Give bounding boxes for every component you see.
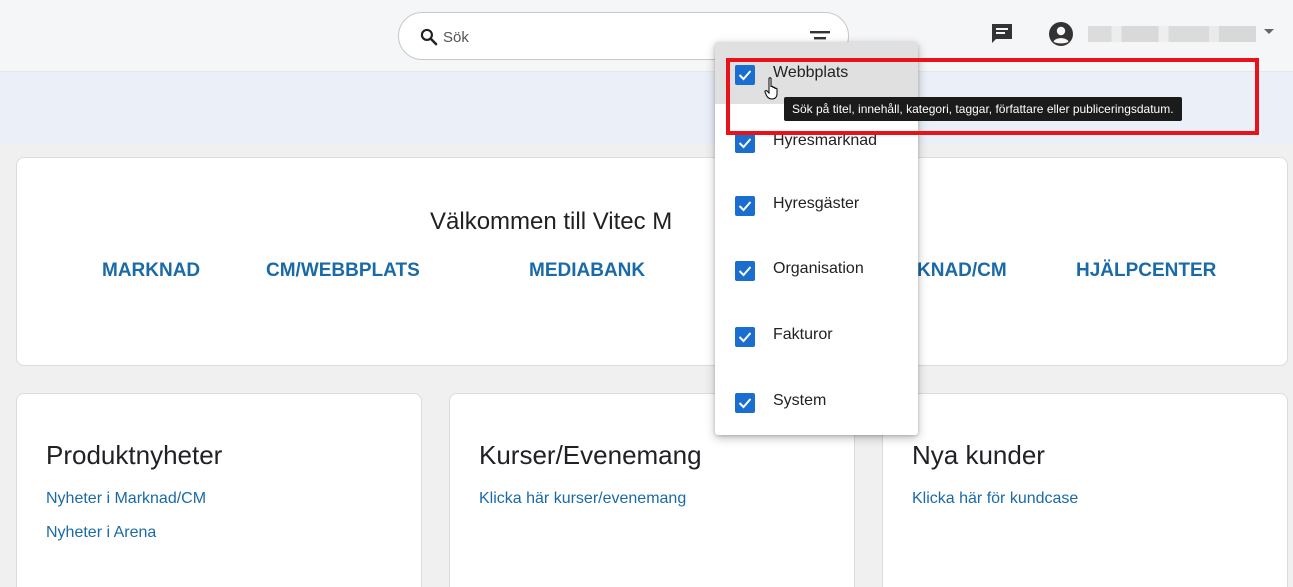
filter-option-label: Organisation xyxy=(773,260,864,277)
card-link[interactable]: Klicka här för kundcase xyxy=(912,490,1078,508)
filter-option-organisation[interactable]: Organisation xyxy=(715,238,918,300)
filter-option-label: Fakturor xyxy=(773,326,833,343)
filter-option-hyresgaster[interactable]: Hyresgäster xyxy=(715,173,918,235)
welcome-card: Välkommen till Vitec M MARKNAD CM/WEBBPL… xyxy=(16,157,1288,366)
nav-link-marknad[interactable]: MARKNAD xyxy=(102,260,200,282)
checkbox-checked-icon[interactable] xyxy=(735,327,755,347)
username-redacted[interactable] xyxy=(1088,26,1256,42)
card-link[interactable]: Klicka här kurser/evenemang xyxy=(479,490,686,508)
card-title: Produktnyheter xyxy=(46,440,223,470)
card-link[interactable]: Nyheter i Marknad/CM xyxy=(46,490,206,508)
search-icon[interactable] xyxy=(419,27,439,47)
filter-option-system[interactable]: System xyxy=(715,370,918,432)
card-nya-kunder: Nya kunder Klicka här för kundcase xyxy=(882,393,1288,587)
chevron-down-icon[interactable] xyxy=(1264,29,1274,34)
checkbox-checked-icon[interactable] xyxy=(735,196,755,216)
checkbox-checked-icon[interactable] xyxy=(735,393,755,413)
card-title: Nya kunder xyxy=(912,440,1045,470)
card-title: Kurser/Evenemang xyxy=(479,440,702,470)
welcome-title: Välkommen till Vitec M xyxy=(430,208,673,235)
nav-link-hjalpcenter[interactable]: HJÄLPCENTER xyxy=(1076,260,1216,282)
checkbox-checked-icon[interactable] xyxy=(735,133,755,153)
annotation-highlight xyxy=(726,58,1259,135)
filter-option-label: System xyxy=(773,392,827,409)
filter-option-fakturor[interactable]: Fakturor xyxy=(715,304,918,366)
nav-link-cm-webbplats[interactable]: CM/WEBBPLATS xyxy=(266,260,420,282)
chat-icon[interactable] xyxy=(990,22,1014,46)
filter-option-label: Hyresgäster xyxy=(773,195,860,212)
nav-link-marknad-cm[interactable]: KNAD/CM xyxy=(917,260,1007,282)
card-produktnyheter: Produktnyheter Nyheter i Marknad/CM Nyhe… xyxy=(16,393,422,587)
nav-link-mediabank[interactable]: MEDIABANK xyxy=(529,260,645,282)
account-circle-icon[interactable] xyxy=(1048,21,1074,47)
card-link[interactable]: Nyheter i Arena xyxy=(46,524,156,542)
checkbox-checked-icon[interactable] xyxy=(735,261,755,281)
